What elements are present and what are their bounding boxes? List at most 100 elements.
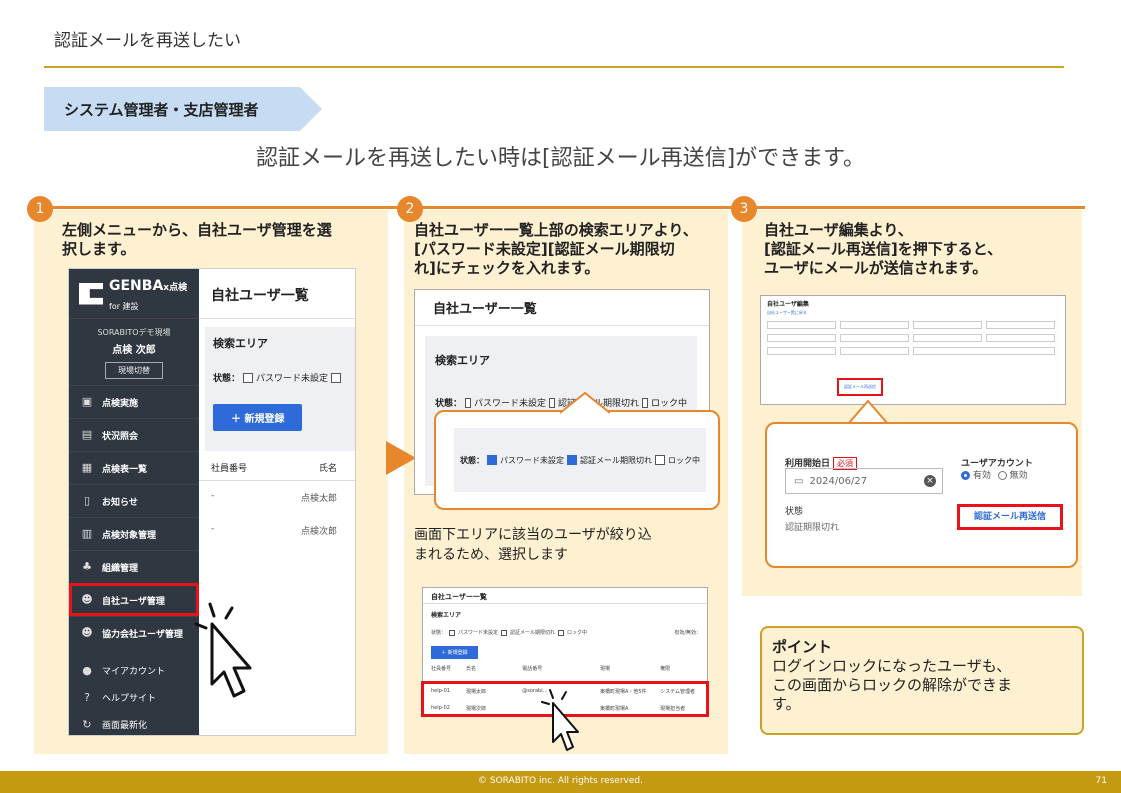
users-icon: ☻ [81,593,93,606]
copyright: © SORABITO inc. All rights reserved. [478,776,643,786]
callout-pointer-icon [848,400,888,424]
password-unset-checkbox-checked[interactable] [487,455,497,465]
checkbox[interactable] [449,629,456,636]
state-label: 状態： [213,374,241,384]
step-divider [40,206,1085,209]
form-input[interactable] [913,347,1055,355]
status-label: 状態 [785,507,804,517]
step-1-number: 1 [27,196,53,222]
checkbox-label: ロック中 [668,455,700,465]
cell: - [211,491,215,501]
nav-notice[interactable]: ▯ お知らせ [69,484,199,517]
col-header: 社員番号 [431,666,452,672]
point-line: す。 [772,695,801,713]
state-filter: 状態： パスワード未設定 認証メール期限切れ ロック中 有効/無効： [423,619,707,636]
step-3-line: ユーザにメールが送信されます。 [764,259,988,277]
logo-suffix: x点検 [163,282,188,293]
switch-site-button[interactable]: 現場切替 [105,362,163,379]
form-input[interactable] [767,334,836,342]
locked-checkbox[interactable] [655,455,665,465]
disabled-radio[interactable] [997,471,1007,480]
person-icon: ● [82,663,92,677]
col-header: 現場 [599,666,610,672]
start-date-input[interactable]: ▭ 2024/06/27 × [785,468,943,494]
form-input[interactable] [913,321,982,329]
nav-targets[interactable]: ▥ 点検対象管理 [69,517,199,550]
form-input[interactable] [913,334,982,342]
auth-expired-checkbox[interactable] [549,397,555,408]
role-badge: システム管理者・支店管理者 [44,87,322,131]
enabled-radio[interactable] [961,471,970,480]
step-2-line: [パスワード未設定][認証メール期限切 [414,240,675,258]
form-cell [840,346,913,355]
nav-checklist[interactable]: ▦ 点検表一覧 [69,451,199,484]
new-register-button[interactable]: ＋ 新規登録 [213,404,303,431]
document-icon: ▯ [83,494,91,507]
zoom-callout: 利用開始日 必須 ▭ 2024/06/27 × ユーザアカウント 有効 無効 状態… [765,422,1078,568]
step-3-text: 自社ユーザ編集より、 [認証メール再送信]を押下すると、 ユーザにメールが送信さ… [764,221,1074,278]
form-row [761,329,1065,342]
nav-label: 組織管理 [102,563,139,574]
checkbox[interactable] [558,629,565,636]
resend-button-mini[interactable]: 認証メール再送信 [837,378,883,396]
form-input[interactable] [840,347,909,355]
point-body: ログインロックになったユーザも、 この画面からロックの解除ができま す。 [772,657,1072,714]
form-input[interactable] [767,347,836,355]
step-3-line: 自社ユーザ編集より、 [764,221,913,239]
checkbox-label: パスワード未設定 [458,630,499,636]
form-input[interactable] [840,321,909,329]
form-input[interactable] [767,321,836,329]
callout-pointer-icon [560,392,610,414]
back-link[interactable]: 自社ユーザー覧に戻る [761,308,1065,316]
list-title: 自社ユーザー一覧 [415,290,709,326]
form-input[interactable] [986,334,1055,342]
main-title: 自社ユーザ一覧 [199,269,355,319]
nav-inspection[interactable]: ▣ 点検実施 [69,385,199,418]
col-header: 権限 [660,666,671,672]
table-row[interactable]: - 点検次郎 [199,514,355,547]
step-2-number: 2 [397,196,423,222]
nav-label: 協力会社ユーザ管理 [102,629,183,640]
form-input[interactable] [986,321,1055,329]
checkbox-label: ロック中 [651,399,688,409]
title-divider [44,66,1064,68]
password-unset-checkbox[interactable] [243,372,254,383]
nav-help[interactable]: ? ヘルプサイト [69,684,199,711]
locked-checkbox[interactable] [642,397,648,408]
nav-org[interactable]: ♣ 組織管理 [69,550,199,583]
auth-expired-checkbox-checked[interactable] [567,455,577,465]
resend-auth-mail-button[interactable]: 認証メール再送信 [957,504,1063,530]
nav-status[interactable]: ▤ 状況照会 [69,418,199,451]
form-cell [913,320,986,329]
checkbox-label: 認証メール期限切れ [510,630,556,636]
next-arrow-icon [386,441,416,475]
clear-icon[interactable]: × [924,475,936,487]
form-cell [840,320,913,329]
page-number: 71 [1095,776,1107,786]
password-unset-checkbox[interactable] [465,397,471,408]
valid-label: 有効/無効： [674,630,701,636]
form-input[interactable] [840,334,909,342]
nav-label: 点検対象管理 [102,530,157,541]
next-checkbox[interactable] [331,372,342,383]
nav-company-users[interactable]: ☻ 自社ユーザ管理 [69,583,199,616]
nav-my-account[interactable]: ● マイアカウント [69,657,199,684]
nav-label: 状況照会 [102,431,139,442]
nav-partner-users[interactable]: ☻ 協力会社ユーザ管理 [69,616,199,649]
table-row[interactable]: - 点検太郎 [199,481,355,514]
cell: 東橋町現場A [599,706,629,712]
checkbox-label: ロック中 [567,630,588,636]
nav-label: 点検実施 [102,398,139,409]
nav-refresh[interactable]: ↻ 画面最新化 [69,711,199,738]
site-info: SORABITOデモ現場 点検 次郎 現場切替 [69,319,199,385]
step-2-subtext: 画面下エリアに該当のユーザが絞り込 まれるため、選択します [414,525,714,565]
cell: 点検太郎 [300,494,337,504]
cell: help-02 [431,705,450,711]
form-row [761,342,1065,355]
form-cell [986,320,1059,329]
grid-icon: ▦ [81,461,93,474]
genba-logo-icon [79,282,103,305]
site-user: 点検 次郎 [112,345,156,356]
checkbox[interactable] [501,629,508,636]
new-register-button[interactable]: ＋ 新規登録 [431,646,478,659]
